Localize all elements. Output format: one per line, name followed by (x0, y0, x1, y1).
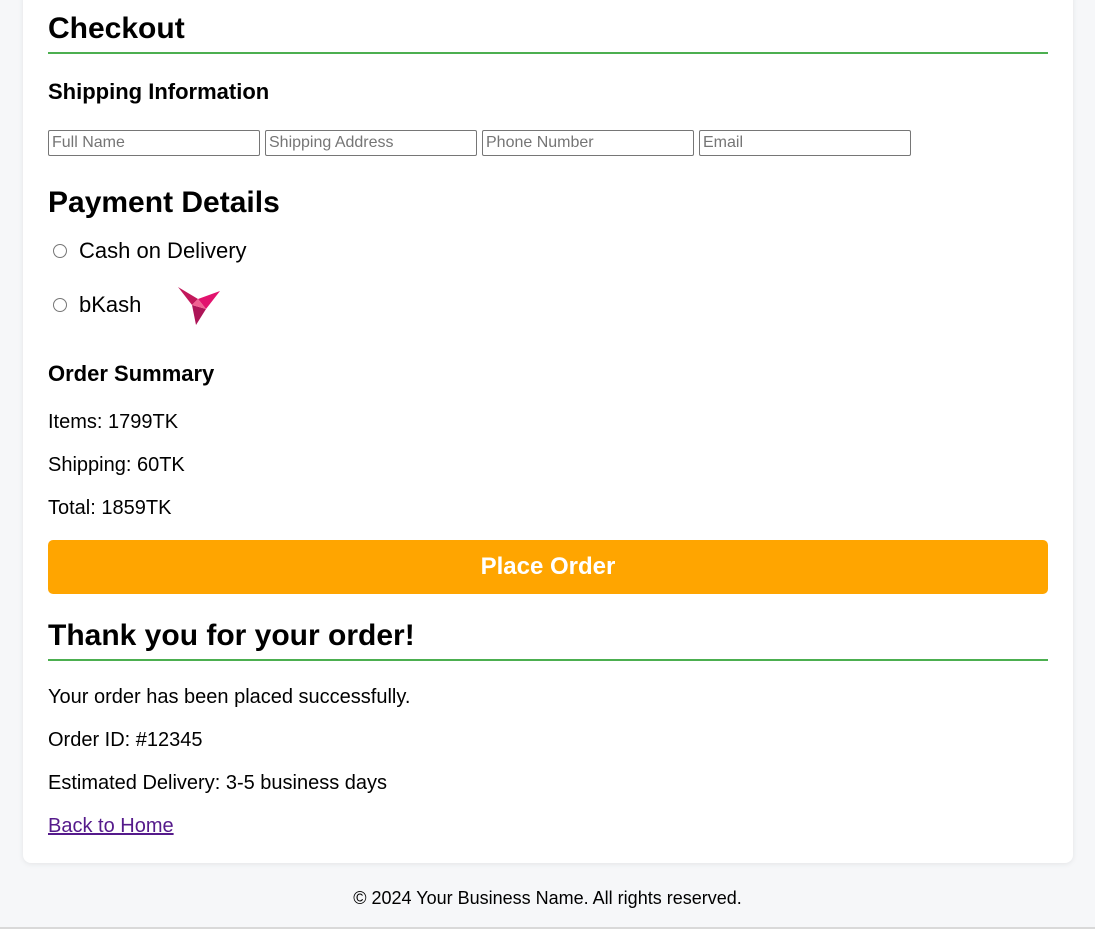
bkash-label: bKash (79, 292, 142, 317)
email-input[interactable] (699, 130, 911, 156)
confirmation-heading: Thank you for your order! (48, 619, 415, 652)
full-name-input[interactable] (48, 130, 260, 156)
title-divider (48, 52, 1048, 54)
page-title: Checkout (48, 12, 185, 45)
cod-radio[interactable] (53, 244, 67, 258)
payment-option-cod[interactable]: Cash on Delivery (48, 236, 247, 266)
estimated-delivery: Estimated Delivery: 3-5 business days (48, 772, 388, 794)
back-to-home-link[interactable]: Back to Home (48, 814, 174, 838)
payment-option-bkash[interactable]: bKash (48, 290, 141, 320)
shipping-address-input[interactable] (265, 130, 477, 156)
phone-number-input[interactable] (482, 130, 694, 156)
checkout-card: Checkout Shipping Information Payment De… (23, 0, 1073, 863)
order-summary-heading: Order Summary (48, 361, 215, 386)
place-order-button[interactable]: Place Order (48, 540, 1048, 594)
shipping-cost: Shipping: 60TK (48, 454, 185, 476)
order-id: Order ID: #12345 (48, 729, 203, 751)
items-total: Items: 1799TK (48, 411, 179, 433)
cod-label: Cash on Delivery (79, 238, 247, 263)
bkash-bird-logo-icon (178, 287, 220, 325)
confirmation-divider (48, 659, 1048, 661)
payment-heading: Payment Details (48, 186, 280, 219)
confirmation-message: Your order has been placed successfully. (48, 686, 411, 708)
bkash-radio[interactable] (53, 298, 67, 312)
footer-copyright: © 2024 Your Business Name. All rights re… (353, 888, 742, 908)
shipping-heading: Shipping Information (48, 79, 270, 104)
shipping-fields (48, 130, 911, 156)
order-total: Total: 1859TK (48, 497, 172, 519)
